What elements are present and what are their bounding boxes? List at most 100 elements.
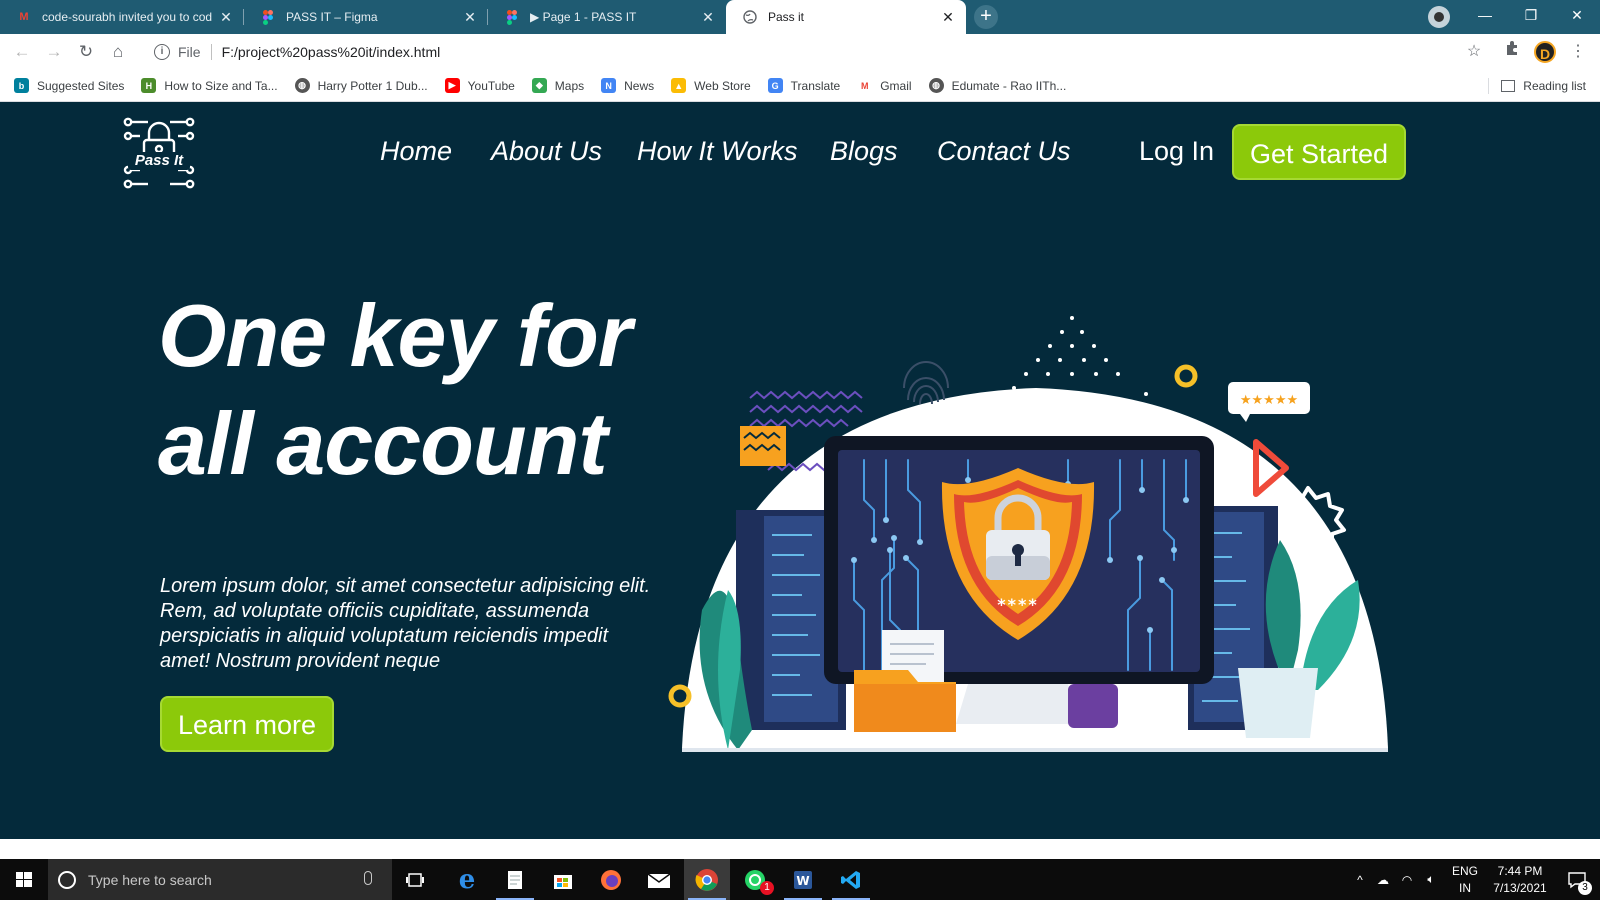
back-icon[interactable]: ← <box>10 40 34 64</box>
store-icon[interactable] <box>540 859 586 900</box>
lang-code: ENG <box>1452 864 1479 878</box>
info-icon[interactable]: i <box>154 44 170 60</box>
reload-icon[interactable]: ↻ <box>74 40 98 64</box>
site-logo[interactable]: Pass It <box>122 116 196 190</box>
bookmark-news[interactable]: N News <box>601 78 654 93</box>
hero-headline: One key for all account <box>158 282 632 498</box>
learn-more-button[interactable]: Learn more <box>160 696 334 752</box>
webstore-icon: ▲ <box>671 78 687 93</box>
figma-icon <box>504 9 520 25</box>
edge-icon[interactable]: e <box>444 859 490 900</box>
svg-text:★★★★★: ★★★★★ <box>1240 393 1298 408</box>
profile-avatar[interactable]: D <box>1534 41 1556 63</box>
news-icon: N <box>601 78 617 93</box>
hero-description: Lorem ipsum dolor, sit amet consectetur … <box>160 575 651 672</box>
wifi-icon[interactable]: ◠ <box>1396 859 1418 900</box>
firefox-icon[interactable] <box>588 859 634 900</box>
notepad-icon[interactable] <box>492 859 538 900</box>
notification-center-icon[interactable]: 3 <box>1562 859 1592 900</box>
svg-text:W: W <box>796 874 809 888</box>
bookmark-suggested-sites[interactable]: b Suggested Sites <box>14 78 124 93</box>
language-indicator[interactable]: ENG IN <box>1452 863 1478 897</box>
bookmark-how-to-size[interactable]: H How to Size and Ta... <box>141 78 278 93</box>
search-icon <box>58 870 76 889</box>
tab-pass-it[interactable]: Pass it ✕ <box>726 0 966 34</box>
nav-blogs[interactable]: Blogs <box>830 136 898 167</box>
reading-list-button[interactable]: Reading list <box>1501 70 1586 102</box>
figma-icon <box>260 9 276 25</box>
clock[interactable]: 7:44 PM 7/13/2021 <box>1480 863 1560 897</box>
task-view-icon[interactable] <box>392 859 438 900</box>
bookmark-label: YouTube <box>467 78 515 93</box>
bookmarks-bar: b Suggested Sites H How to Size and Ta... … <box>0 70 1600 102</box>
chrome-icon[interactable] <box>684 859 730 900</box>
nav-contact-us[interactable]: Contact Us <box>937 136 1071 167</box>
bookmark-edumate[interactable]: ◍ Edumate - Rao IITh... <box>928 78 1066 93</box>
menu-icon[interactable]: ⋮ <box>1566 40 1590 64</box>
get-started-button[interactable]: Get Started <box>1232 124 1406 180</box>
close-tab-icon[interactable]: ✕ <box>700 9 716 26</box>
clock-date: 7/13/2021 <box>1493 881 1547 895</box>
url-scheme: File <box>178 44 201 60</box>
maps-icon: ◆ <box>531 78 547 93</box>
bookmark-youtube[interactable]: ▶ YouTube <box>444 78 515 93</box>
taskbar-search-box[interactable]: Type here to search <box>48 859 392 900</box>
bookmark-gmail[interactable]: M Gmail <box>857 78 912 93</box>
forward-icon[interactable]: → <box>42 40 66 64</box>
tab-title: ▶ Page 1 - PASS IT <box>530 10 637 24</box>
illustration-password-text: **** <box>997 595 1038 614</box>
bing-icon: b <box>14 78 29 93</box>
nav-how-it-works[interactable]: How It Works <box>637 136 798 167</box>
home-icon[interactable]: ⌂ <box>106 40 130 64</box>
word-icon[interactable]: W <box>780 859 826 900</box>
bookmark-harry-potter[interactable]: ◍ Harry Potter 1 Dub... <box>294 78 428 93</box>
region-code: IN <box>1459 881 1471 895</box>
bookmark-maps[interactable]: ◆ Maps <box>531 78 584 93</box>
onedrive-icon[interactable]: ☁ <box>1372 859 1394 900</box>
restore-icon[interactable]: ❐ <box>1508 0 1554 30</box>
login-link[interactable]: Log In <box>1139 136 1214 167</box>
vscode-icon[interactable] <box>828 859 874 900</box>
close-tab-icon[interactable]: ✕ <box>218 9 234 26</box>
tab-title: code-sourabh invited you to cod <box>42 10 213 24</box>
tab-figma[interactable]: PASS IT – Figma ✕ <box>244 0 488 34</box>
close-window-icon[interactable]: ✕ <box>1554 0 1600 30</box>
bookmark-star-icon[interactable]: ☆ <box>1462 40 1486 64</box>
close-tab-icon[interactable]: ✕ <box>940 9 956 26</box>
nav-about-us[interactable]: About Us <box>491 136 602 167</box>
search-placeholder: Type here to search <box>88 871 212 888</box>
url-text[interactable]: F:/project%20pass%20it/index.html <box>222 44 441 60</box>
page-bottom-strip <box>0 839 1600 859</box>
gmail-icon: M <box>857 78 873 93</box>
minimize-icon[interactable]: — <box>1462 0 1508 30</box>
tab-figma-page[interactable]: ▶ Page 1 - PASS IT ✕ <box>488 0 726 34</box>
browser-tab-strip: M code-sourabh invited you to cod ✕ PASS… <box>0 0 1600 34</box>
windows-start-icon[interactable] <box>0 859 48 900</box>
close-tab-icon[interactable]: ✕ <box>462 9 478 26</box>
show-hidden-icons[interactable]: ^ <box>1350 859 1370 900</box>
hero-illustration: ★★★★★ **** <box>668 310 1408 760</box>
bookmark-translate[interactable]: G Translate <box>767 78 841 93</box>
address-bar[interactable]: i File F:/project%20pass%20it/index.html <box>144 38 1474 66</box>
nav-home[interactable]: Home <box>380 136 452 167</box>
tab-search-icon[interactable] <box>1428 6 1450 28</box>
browser-toolbar: ← → ↻ ⌂ i File F:/project%20pass%20it/in… <box>0 34 1600 70</box>
gmail-icon: M <box>19 11 29 23</box>
bookmark-label: News <box>624 78 655 93</box>
youtube-icon: ▶ <box>444 78 460 93</box>
new-tab-button[interactable]: + <box>974 5 998 29</box>
mail-icon[interactable] <box>636 859 682 900</box>
bookmark-label: How to Size and Ta... <box>164 78 278 93</box>
bookmark-label: Harry Potter 1 Dub... <box>317 78 428 93</box>
volume-icon[interactable]: 🔈︎ <box>1420 859 1442 900</box>
bookmark-web-store[interactable]: ▲ Web Store <box>671 78 751 93</box>
bookmark-label: Translate <box>790 78 841 93</box>
reading-list-icon <box>1501 80 1516 92</box>
translate-icon: G <box>767 78 783 93</box>
tab-title: Pass it <box>768 10 805 24</box>
tab-gmail-invite[interactable]: M code-sourabh invited you to cod ✕ <box>0 0 244 34</box>
microphone-icon[interactable] <box>364 871 372 885</box>
whatsapp-icon[interactable]: 1 <box>732 859 778 900</box>
extensions-icon[interactable] <box>1500 40 1524 64</box>
globe-icon: ◍ <box>928 78 944 93</box>
